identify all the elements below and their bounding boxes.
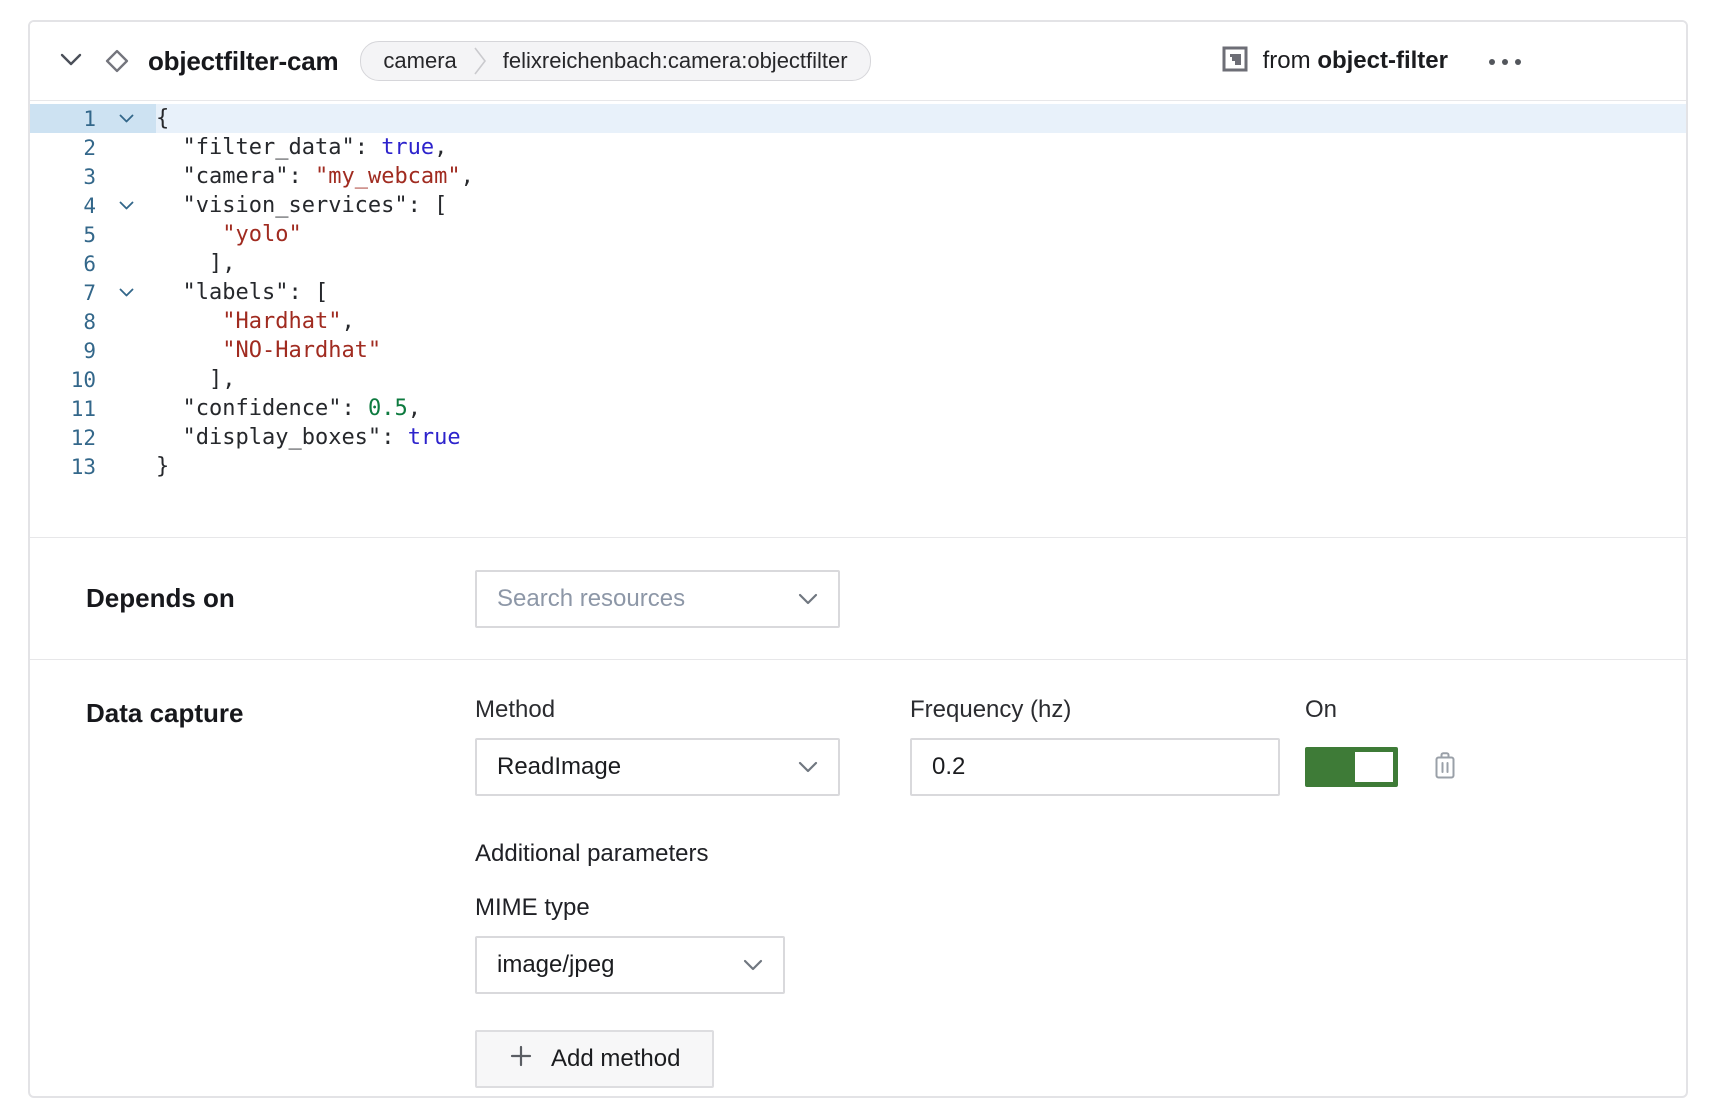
capture-on-label: On (1305, 696, 1398, 724)
component-card: objectfilter-cam camera felixreichenbach… (28, 20, 1688, 1098)
line-number: 9 (30, 339, 96, 363)
card-menu-button[interactable] (1488, 54, 1522, 69)
chevron-down-icon (798, 593, 818, 605)
code-text[interactable]: "NO-Hardhat" (156, 336, 1686, 365)
code-line[interactable]: 11 "confidence": 0.5, (30, 394, 1686, 423)
frequency-input[interactable] (912, 740, 1278, 794)
chevron-down-icon (798, 761, 818, 773)
code-text[interactable]: "display_boxes": true (156, 423, 1686, 452)
method-label: Method (475, 696, 840, 724)
code-line[interactable]: 7 "labels": [ (30, 278, 1686, 307)
code-line[interactable]: 3 "camera": "my_webcam", (30, 162, 1686, 191)
editor-gutter: 6 (30, 249, 156, 278)
code-line[interactable]: 13} (30, 452, 1686, 481)
data-capture-toggle[interactable] (1305, 747, 1398, 787)
chevron-down-icon (60, 53, 82, 69)
code-line[interactable]: 1{ (30, 104, 1686, 133)
code-line[interactable]: 10 ], (30, 365, 1686, 394)
code-text[interactable]: "Hardhat", (156, 307, 1686, 336)
plus-icon (509, 1044, 533, 1075)
depends-on-select[interactable] (475, 570, 840, 628)
depends-on-heading: Depends on (86, 583, 475, 614)
add-method-button[interactable]: Add method (475, 1030, 714, 1088)
editor-gutter: 9 (30, 336, 156, 365)
component-card-header: objectfilter-cam camera felixreichenbach… (30, 22, 1686, 100)
frequency-label: Frequency (hz) (910, 696, 1280, 724)
line-number: 5 (30, 223, 96, 247)
code-text[interactable]: { (156, 104, 1686, 133)
component-title: objectfilter-cam (148, 46, 338, 77)
editor-gutter: 7 (30, 278, 156, 307)
line-number: 6 (30, 252, 96, 276)
editor-gutter: 8 (30, 307, 156, 336)
trash-icon (1432, 751, 1458, 784)
fold-arrow-icon[interactable] (96, 114, 156, 123)
code-text[interactable]: } (156, 452, 1686, 481)
code-editor[interactable]: 1{2 "filter_data": true,3 "camera": "my_… (30, 100, 1686, 538)
code-line[interactable]: 4 "vision_services": [ (30, 191, 1686, 220)
delete-method-button[interactable] (1432, 738, 1458, 796)
code-line[interactable]: 12 "display_boxes": true (30, 423, 1686, 452)
method-value: ReadImage (477, 753, 621, 781)
code-text[interactable]: "camera": "my_webcam", (156, 162, 1686, 191)
editor-gutter: 13 (30, 452, 156, 481)
additional-parameters-label: Additional parameters (475, 840, 1458, 868)
editor-gutter: 11 (30, 394, 156, 423)
code-line[interactable]: 9 "NO-Hardhat" (30, 336, 1686, 365)
collapse-button[interactable] (60, 53, 82, 69)
code-text[interactable]: "vision_services": [ (156, 191, 1686, 220)
line-number: 8 (30, 310, 96, 334)
diamond-icon (100, 44, 134, 78)
module-name: object-filter (1317, 47, 1448, 74)
code-line[interactable]: 8 "Hardhat", (30, 307, 1686, 336)
toggle-knob (1355, 752, 1393, 782)
code-text[interactable]: "filter_data": true, (156, 133, 1686, 162)
code-text[interactable]: "yolo" (156, 220, 1686, 249)
component-type-label: camera (383, 48, 456, 74)
code-line[interactable]: 5 "yolo" (30, 220, 1686, 249)
search-resources-input[interactable] (477, 572, 838, 626)
editor-gutter: 2 (30, 133, 156, 162)
data-capture-heading: Data capture (86, 696, 475, 729)
method-select[interactable]: ReadImage (475, 738, 840, 796)
component-type-pill: camera felixreichenbach:camera:objectfil… (360, 41, 870, 81)
module-icon (1221, 45, 1249, 78)
fold-arrow-icon[interactable] (96, 201, 156, 210)
mime-type-value: image/jpeg (477, 951, 614, 979)
depends-on-section: Depends on (30, 538, 1686, 660)
data-capture-section: Data capture Method ReadImage Frequency … (30, 660, 1686, 1088)
code-text[interactable]: ], (156, 365, 1686, 394)
editor-gutter: 12 (30, 423, 156, 452)
editor-gutter: 10 (30, 365, 156, 394)
code-text[interactable]: ], (156, 249, 1686, 278)
line-number: 2 (30, 136, 96, 160)
line-number: 10 (30, 368, 96, 392)
line-number: 4 (30, 194, 96, 218)
editor-gutter: 4 (30, 191, 156, 220)
editor-gutter: 3 (30, 162, 156, 191)
ellipsis-icon (1488, 54, 1522, 69)
line-number: 7 (30, 281, 96, 305)
editor-gutter: 5 (30, 220, 156, 249)
pill-divider-icon (473, 45, 487, 77)
code-line[interactable]: 6 ], (30, 249, 1686, 278)
from-module-text: from object-filter (1263, 47, 1448, 75)
add-method-label: Add method (551, 1045, 680, 1073)
frequency-field (910, 738, 1280, 796)
code-line[interactable]: 2 "filter_data": true, (30, 133, 1686, 162)
mime-type-label: MIME type (475, 894, 1458, 922)
fold-arrow-icon[interactable] (96, 288, 156, 297)
code-text[interactable]: "confidence": 0.5, (156, 394, 1686, 423)
line-number: 11 (30, 397, 96, 421)
component-model-label: felixreichenbach:camera:objectfilter (503, 48, 848, 74)
chevron-down-icon (743, 959, 763, 971)
mime-type-select[interactable]: image/jpeg (475, 936, 785, 994)
line-number: 1 (30, 107, 96, 131)
code-text[interactable]: "labels": [ (156, 278, 1686, 307)
line-number: 13 (30, 455, 96, 479)
editor-gutter: 1 (30, 104, 156, 133)
line-number: 3 (30, 165, 96, 189)
line-number: 12 (30, 426, 96, 450)
